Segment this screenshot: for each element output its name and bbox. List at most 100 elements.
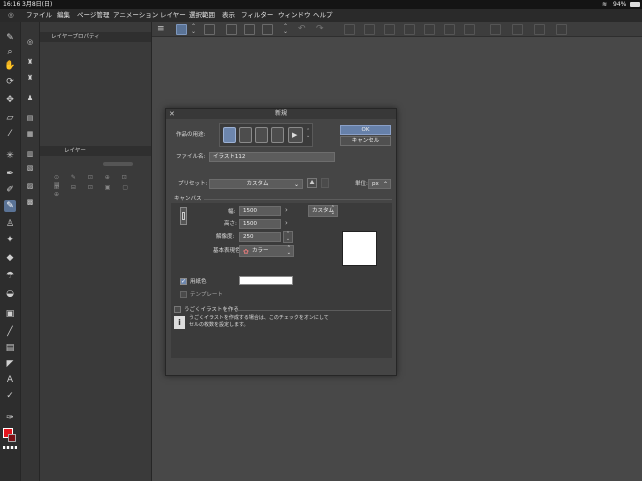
clear-icon[interactable]	[344, 24, 355, 35]
sub-tool-2-icon[interactable]: ♜	[24, 56, 36, 68]
hamburger-icon[interactable]: ≡	[157, 24, 168, 35]
new-file-button[interactable]	[226, 24, 237, 35]
orientation-toggle-icon[interactable]	[180, 207, 187, 225]
sub-tool-1-icon[interactable]: ◎	[24, 36, 36, 48]
preset-dropdown[interactable]: カスタム ⌄	[209, 179, 303, 189]
illustration-purpose-icon[interactable]	[223, 127, 236, 143]
correction-icon[interactable]: ✓	[4, 390, 16, 402]
menu-file[interactable]: ファイル	[26, 9, 52, 22]
deselect-icon[interactable]	[464, 24, 475, 35]
line-icon[interactable]: ╱	[4, 326, 16, 338]
paper-color-checkbox[interactable]: ✓	[180, 278, 187, 285]
hand-icon[interactable]: ✋	[4, 60, 16, 72]
menu-help[interactable]: ヘルプ	[313, 9, 333, 22]
ruler-icon[interactable]	[490, 24, 501, 35]
eyedropper-icon[interactable]: ⁄	[4, 128, 16, 140]
filename-input[interactable]: イラスト112	[209, 152, 335, 162]
save-icon[interactable]	[262, 24, 273, 35]
sub-tool-8-icon[interactable]: ▧	[24, 162, 36, 174]
layer-actions-row[interactable]: ⊞ ⊟ ⊡ ▣ ▢ ⊕	[54, 184, 148, 198]
ruler-2-icon[interactable]	[512, 24, 523, 35]
close-icon[interactable]: ✕	[169, 109, 175, 119]
unit-dropdown[interactable]: px ⌃	[368, 179, 391, 189]
resolution-spinner-icon[interactable]: ⌃ ⌄	[283, 231, 293, 243]
grid-icon[interactable]	[556, 24, 567, 35]
spinner-icon[interactable]: ⌃ ⌄	[191, 24, 198, 35]
text-icon[interactable]: A	[4, 374, 16, 386]
menu-layer[interactable]: レイヤー	[160, 9, 186, 22]
sub-tool-7-icon[interactable]: ▥	[24, 148, 36, 160]
balloon-icon[interactable]: ◤	[4, 358, 16, 370]
color-mode-dropdown[interactable]: ✿ カラー ⌃ ⌄	[239, 245, 294, 257]
bucket-icon[interactable]: ◒	[4, 288, 16, 300]
rotate-icon[interactable]: ⟳	[4, 76, 16, 88]
resolution-input[interactable]: 250	[239, 232, 281, 242]
magic-wand-icon[interactable]: ✳	[4, 150, 16, 162]
template-checkbox[interactable]	[180, 291, 187, 298]
spinner-icon-2[interactable]: ⌃ ⌄	[283, 24, 290, 35]
move-icon[interactable]: ✥	[4, 94, 16, 106]
canvas-view-button[interactable]	[176, 24, 187, 35]
pen-icon[interactable]: ✎	[4, 32, 16, 44]
invert-icon[interactable]	[444, 24, 455, 35]
menu-animation[interactable]: アニメーション	[113, 9, 158, 22]
height-arrow-icon[interactable]: ›	[285, 219, 288, 227]
print-purpose-icon[interactable]	[271, 127, 284, 143]
fill-icon[interactable]	[364, 24, 375, 35]
register-preset-icon[interactable]: ⛰	[307, 178, 317, 188]
ok-button[interactable]: OK	[340, 125, 391, 135]
animation-purpose-icon[interactable]: ▶	[288, 127, 303, 143]
menu-selection[interactable]: 選択範囲	[189, 9, 215, 22]
sub-tool-3-icon[interactable]: ♜	[24, 72, 36, 84]
menu-filter[interactable]: フィルター	[241, 9, 273, 22]
width-input[interactable]: 1500	[239, 206, 281, 216]
delete-preset-icon[interactable]	[321, 178, 329, 188]
ruler-3-icon[interactable]	[534, 24, 545, 35]
sub-tool-10-icon[interactable]: ▩	[24, 196, 36, 208]
paper-color-swatch[interactable]	[239, 276, 293, 285]
crop-icon[interactable]	[404, 24, 415, 35]
animated-illustration-checkbox[interactable]	[174, 306, 181, 313]
sub-tool-6-icon[interactable]: ▦	[24, 128, 36, 140]
decoration-icon[interactable]: ✦	[4, 234, 16, 246]
transform-icon[interactable]	[384, 24, 395, 35]
menu-page[interactable]: ページ管理	[77, 9, 109, 22]
menu-window[interactable]: ウィンドウ	[278, 9, 311, 22]
dropper-2-icon[interactable]: ✑	[4, 412, 16, 424]
blend-icon[interactable]: ☂	[4, 270, 16, 282]
eraser-icon[interactable]: ▱	[4, 112, 16, 124]
comic-purpose-icon[interactable]	[255, 127, 268, 143]
frame-icon[interactable]: ▤	[4, 342, 16, 354]
height-input[interactable]: 1500	[239, 219, 281, 229]
sub-color-swatch[interactable]	[8, 434, 16, 442]
sub-tool-9-icon[interactable]: ▨	[24, 180, 36, 192]
redo-icon[interactable]: ↷	[316, 24, 327, 35]
wifi-icon: ≋	[602, 1, 608, 8]
size-preset-dropdown[interactable]: カスタム ⌃ ⌄	[308, 205, 338, 217]
fountain-pen-icon[interactable]: ✒	[4, 168, 16, 180]
undo-icon[interactable]: ↶	[298, 24, 309, 35]
layout-button[interactable]	[204, 24, 215, 35]
menu-view[interactable]: 表示	[222, 9, 235, 22]
open-folder-icon[interactable]	[244, 24, 255, 35]
zoom-icon[interactable]: ⌕	[4, 46, 16, 58]
sub-tool-4-icon[interactable]: ♟	[24, 92, 36, 104]
sub-tool-5-icon[interactable]: ▤	[24, 112, 36, 124]
selection-icon[interactable]	[424, 24, 435, 35]
soft-eraser-icon[interactable]: ◆	[4, 252, 16, 264]
purpose-spinner-icon[interactable]: ⌃ ⌄	[306, 129, 310, 139]
width-arrow-icon[interactable]: ›	[285, 206, 288, 214]
app-icon[interactable]: ◎	[8, 9, 14, 22]
gradient-icon[interactable]: ▣	[4, 308, 16, 320]
purpose-selector: ▶ ⌃ ⌄	[219, 123, 313, 147]
opacity-slider[interactable]	[103, 162, 133, 166]
layer-options-row[interactable]: ⊙ ✎ ⊡ ⊕ ⊡ ▤	[54, 174, 148, 188]
marker-icon[interactable]: ✐	[4, 184, 16, 196]
webtoon-purpose-icon[interactable]	[239, 127, 252, 143]
brush-icon[interactable]: ✎	[4, 200, 16, 212]
transparent-color-swatch[interactable]	[3, 446, 17, 449]
menu-edit[interactable]: 編集	[57, 9, 70, 22]
command-bar: ≡ ⌃ ⌄ ⌃ ⌄ ↶ ↷	[152, 22, 642, 37]
airbrush-icon[interactable]: ♙	[4, 218, 16, 230]
cancel-button[interactable]: キャンセル	[340, 136, 391, 146]
